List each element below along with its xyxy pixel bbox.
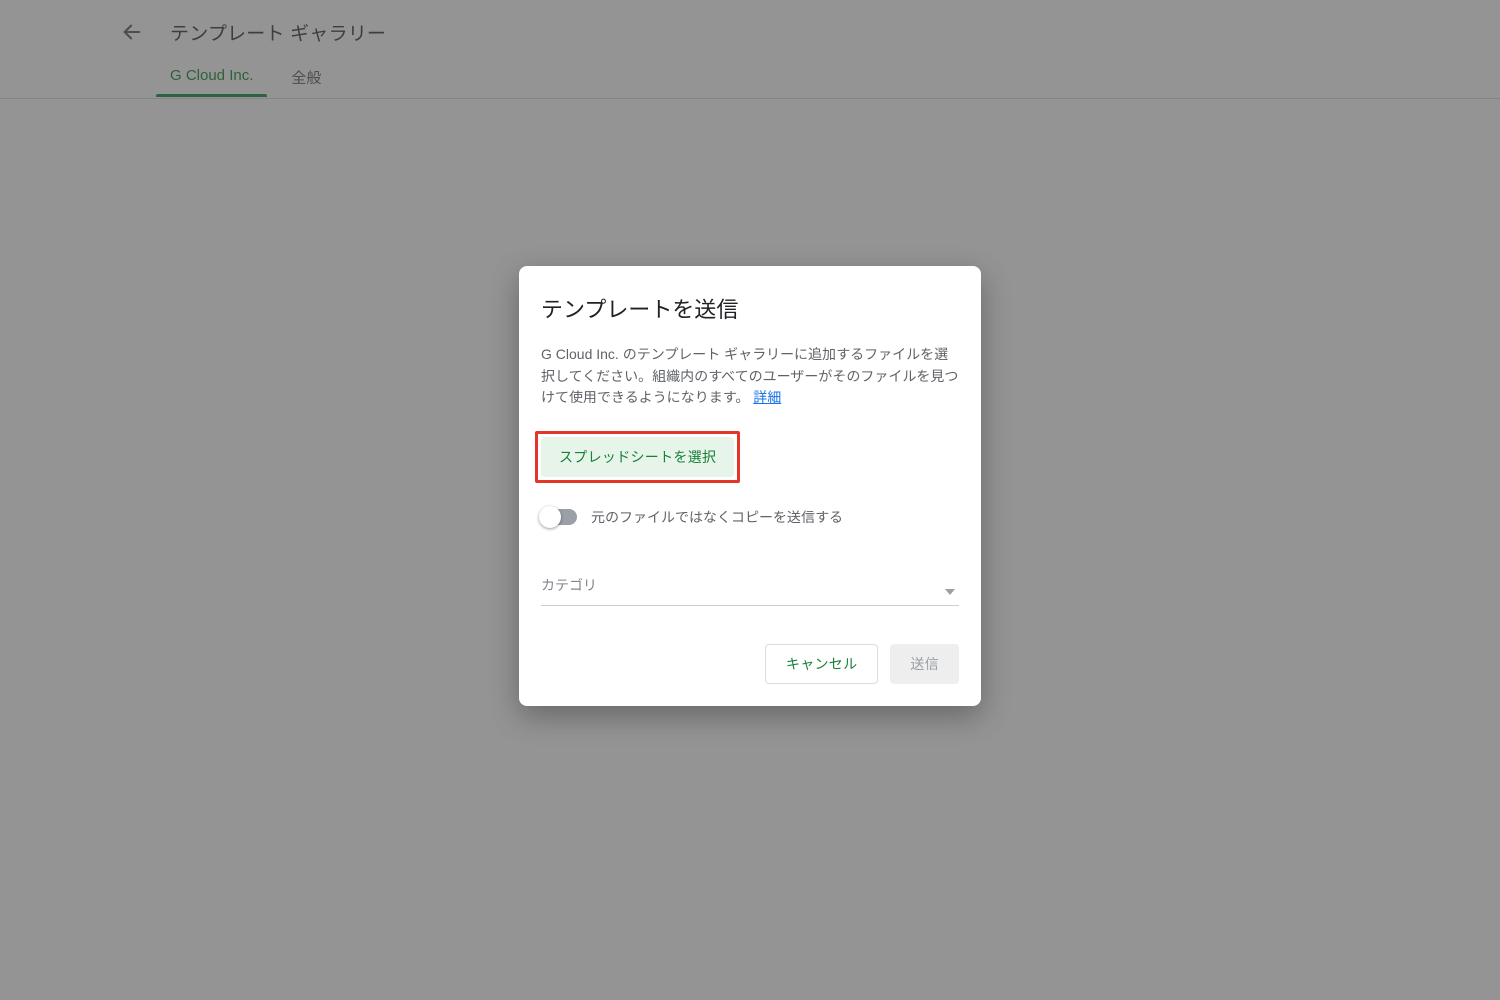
select-spreadsheet-button[interactable]: スプレッドシートを選択 xyxy=(541,437,734,477)
copy-toggle[interactable] xyxy=(541,509,577,525)
details-link[interactable]: 詳細 xyxy=(753,389,781,405)
select-sheet-highlight: スプレッドシートを選択 xyxy=(535,431,740,483)
submit-template-dialog: テンプレートを送信 G Cloud Inc. のテンプレート ギャラリーに追加す… xyxy=(519,266,981,706)
category-label: カテゴリ xyxy=(541,577,597,593)
dialog-description-text: G Cloud Inc. のテンプレート ギャラリーに追加するファイルを選択して… xyxy=(541,346,958,405)
dialog-title: テンプレートを送信 xyxy=(541,292,959,324)
modal-scrim[interactable]: テンプレートを送信 G Cloud Inc. のテンプレート ギャラリーに追加す… xyxy=(0,0,1500,1000)
chevron-down-icon xyxy=(945,589,955,595)
category-dropdown[interactable]: カテゴリ xyxy=(541,573,959,606)
submit-button[interactable]: 送信 xyxy=(890,644,959,684)
copy-toggle-label: 元のファイルではなくコピーを送信する xyxy=(591,507,843,527)
copy-toggle-row: 元のファイルではなくコピーを送信する xyxy=(541,507,959,527)
cancel-button[interactable]: キャンセル xyxy=(765,644,879,684)
dialog-actions: キャンセル 送信 xyxy=(541,644,959,684)
dialog-description: G Cloud Inc. のテンプレート ギャラリーに追加するファイルを選択して… xyxy=(541,344,959,409)
